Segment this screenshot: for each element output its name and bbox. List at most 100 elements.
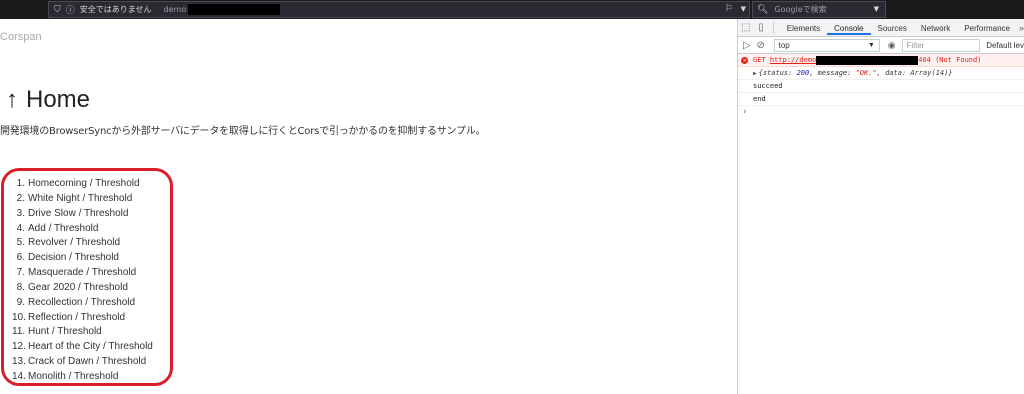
list-item: 13. Crack of Dawn / Threshold <box>12 355 153 370</box>
list-item-label: Decision / Threshold <box>28 252 119 264</box>
obj-message: "OK." <box>855 69 877 77</box>
bookmark-icon[interactable]: ⚐ <box>725 4 733 14</box>
list-item-number: 8. <box>16 281 25 293</box>
list-item: 9. Recollection / Threshold <box>12 296 153 311</box>
track-list: 1. Homecoming / Threshold 2. White Night / … <box>12 177 153 385</box>
page-title-text: Home <box>26 86 91 113</box>
shield-icon[interactable]: ⛉ <box>54 5 61 15</box>
site-brand[interactable]: Corspan <box>0 31 42 43</box>
page-description: 開発環境のBrowserSyncから外部サーバにデータを取得しに行くとCorsで… <box>0 126 486 137</box>
list-item: 7. Masquerade / Threshold <box>12 266 153 281</box>
list-item: 11. Hunt / Threshold <box>12 325 153 340</box>
list-item-label: Homecoming / Threshold <box>28 178 140 189</box>
console-output: ✕ GET http://demo 404 (Not Found) ▶ {statu… <box>738 54 1024 118</box>
devtools-panel: ⬚ ▯ Elements Console Sources Network Perform… <box>737 19 1024 394</box>
info-icon[interactable]: ⓘ <box>66 3 75 16</box>
context-select[interactable]: top ▼ <box>773 38 880 52</box>
console-log: succeed <box>738 80 1024 93</box>
expand-triangle-icon[interactable]: ▶ <box>753 70 757 77</box>
error-method: GET <box>753 56 766 64</box>
list-item: 1. Homecoming / Threshold <box>12 177 153 192</box>
console-toolbar: ▷ ⊘ top ▼ ◉ Filter Default lev <box>738 37 1024 54</box>
list-item: 8. Gear 2020 / Threshold <box>12 281 153 296</box>
list-item-number: 13. <box>12 356 26 368</box>
search-placeholder: Googleで検索 <box>774 5 827 14</box>
list-item-label: Gear 2020 / Threshold <box>28 281 128 293</box>
obj-text: , data: Array(14)} <box>876 69 953 77</box>
list-item-label: White Night / Threshold <box>28 192 133 204</box>
url-redaction <box>188 4 281 15</box>
obj-text: , message: <box>809 69 856 77</box>
inspect-icon[interactable]: ⬚ <box>738 22 753 33</box>
list-item-label: Monolith / Threshold <box>28 370 119 382</box>
security-label: 安全ではありません <box>79 5 152 14</box>
list-item-label: Recollection / Threshold <box>28 296 136 308</box>
arrow-up-icon: ↑ <box>6 86 18 113</box>
track-list-highlight: 1. Homecoming / Threshold 2. White Night / … <box>1 168 173 386</box>
filter-input[interactable]: Filter <box>901 38 981 52</box>
clear-console-icon[interactable]: ⊘ <box>754 40 768 51</box>
divider <box>772 21 774 34</box>
browser-toolbar: ⛉ ⓘ 安全ではありません demo ⚐ ▼ 🔍︎ Googleで検索 ▼ <box>0 0 1024 19</box>
list-item-number: 4. <box>16 222 25 234</box>
chevron-down-icon: ▼ <box>867 41 875 49</box>
console-error: ✕ GET http://demo 404 (Not Found) <box>738 54 1024 67</box>
list-item-label: Revolver / Threshold <box>28 237 121 249</box>
list-item: 2. White Night / Threshold <box>12 192 153 207</box>
list-item-label: Drive Slow / Threshold <box>28 207 129 219</box>
list-item: 12. Heart of the City / Threshold <box>12 340 153 355</box>
eye-icon[interactable]: ◉ <box>888 40 896 51</box>
search-bar[interactable]: 🔍︎ Googleで検索 ▼ <box>752 1 886 18</box>
console-log: end <box>738 93 1024 106</box>
list-item-label: Heart of the City / Threshold <box>28 341 153 353</box>
list-item-number: 12. <box>12 341 26 353</box>
log-levels-select[interactable]: Default lev <box>986 41 1024 50</box>
page-content: Corspan ↑ Home 開発環境のBrowserSyncから外部サーバにデー… <box>0 19 737 394</box>
list-item-number: 3. <box>16 207 25 219</box>
tab-sources[interactable]: Sources <box>871 24 914 33</box>
list-item-label: Masquerade / Threshold <box>28 267 137 279</box>
error-status: 404 (Not Found) <box>918 56 982 64</box>
page-title: ↑ Home <box>6 86 90 114</box>
list-item-number: 5. <box>16 237 25 249</box>
sidebar-toggle-icon[interactable]: ▷ <box>740 40 754 51</box>
list-item-number: 11. <box>12 326 26 338</box>
more-tabs-icon[interactable]: » <box>1019 23 1024 33</box>
tab-console[interactable]: Console <box>827 23 871 35</box>
tab-performance[interactable]: Performance <box>957 24 1017 33</box>
url-text[interactable]: demo <box>164 5 187 14</box>
tab-elements[interactable]: Elements <box>780 24 827 33</box>
device-toolbar-icon[interactable]: ▯ <box>753 22 768 33</box>
list-item-number: 6. <box>16 252 25 264</box>
list-item-label: Reflection / Threshold <box>28 311 126 323</box>
list-item-number: 10. <box>12 311 26 323</box>
list-item: 6. Decision / Threshold <box>12 251 153 266</box>
tab-network[interactable]: Network <box>914 24 957 33</box>
list-item-number: 9. <box>16 296 25 308</box>
list-item: 4. Add / Threshold <box>12 222 153 237</box>
list-item: 10. Reflection / Threshold <box>12 311 153 326</box>
list-item: 5. Revolver / Threshold <box>12 236 153 251</box>
chevron-down-icon[interactable]: ▼ <box>741 5 746 13</box>
chevron-down-icon[interactable]: ▼ <box>874 5 879 13</box>
url-redaction <box>816 55 919 65</box>
console-prompt[interactable]: › <box>738 106 1024 118</box>
list-item-label: Crack of Dawn / Threshold <box>28 356 147 368</box>
list-item-number: 14. <box>12 370 26 382</box>
address-bar[interactable]: ⛉ ⓘ 安全ではありません demo ⚐ ▼ <box>48 1 750 18</box>
list-item-label: Add / Threshold <box>28 222 99 234</box>
list-item: 14. Monolith / Threshold <box>12 370 153 385</box>
error-url[interactable]: http://demo <box>770 56 816 64</box>
list-item-label: Hunt / Threshold <box>28 326 102 338</box>
console-object[interactable]: ▶ {status: 200, message: "OK.", data: Arr… <box>738 67 1024 80</box>
search-icon: 🔍︎ <box>757 4 769 15</box>
list-item-number: 1. <box>16 178 25 189</box>
list-item-number: 7. <box>16 267 25 279</box>
devtools-tabbar: ⬚ ▯ Elements Console Sources Network Perform… <box>738 19 1024 37</box>
context-value: top <box>778 40 790 50</box>
error-icon: ✕ <box>741 57 748 64</box>
obj-text: {status: <box>758 69 797 77</box>
list-item-number: 2. <box>16 192 25 204</box>
obj-status: 200 <box>796 69 810 77</box>
list-item: 3. Drive Slow / Threshold <box>12 207 153 222</box>
